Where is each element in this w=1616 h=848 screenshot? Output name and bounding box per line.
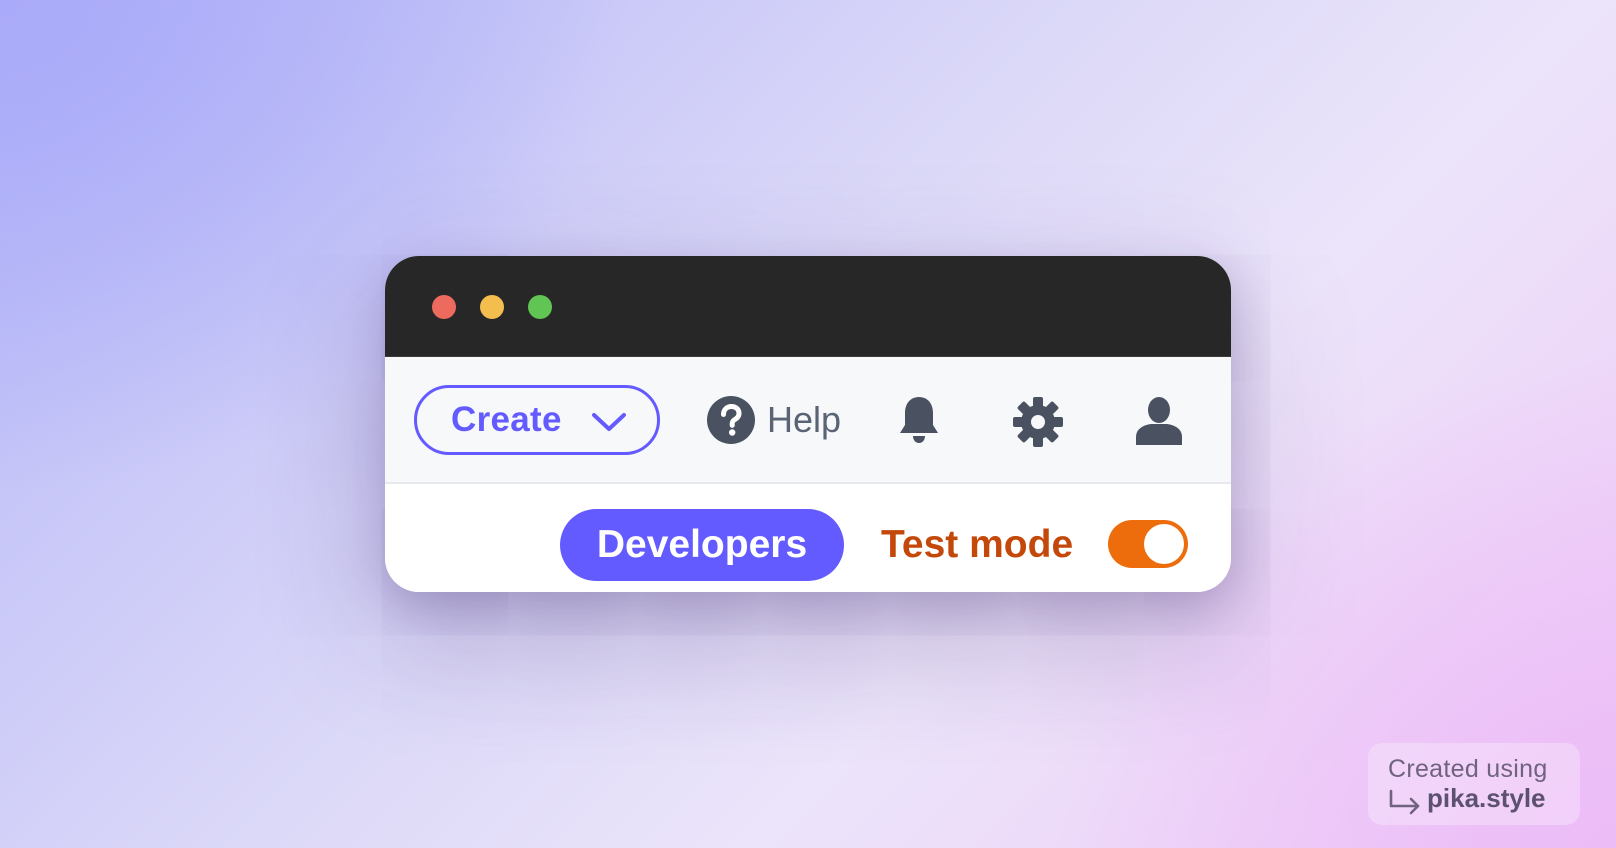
top-toolbar: Create Help [385, 356, 1231, 484]
toggle-knob [1144, 524, 1184, 564]
test-mode-label: Test mode [881, 523, 1074, 566]
question-circle-icon [707, 396, 755, 444]
create-button-label: Create [451, 400, 562, 439]
zoom-window-button[interactable] [528, 295, 552, 319]
title-bar [385, 256, 1231, 356]
return-arrow-icon [1389, 789, 1420, 815]
help-label: Help [767, 399, 842, 440]
minimize-window-button[interactable] [480, 295, 504, 319]
gear-icon[interactable] [1013, 397, 1063, 447]
user-icon[interactable] [1133, 395, 1185, 447]
watermark-caption: Created using [1388, 755, 1548, 783]
watermark-brand: pika.style [1427, 783, 1546, 813]
test-mode-toggle[interactable] [1108, 520, 1188, 568]
help-button[interactable]: Help [707, 395, 841, 445]
developers-button[interactable]: Developers [560, 509, 844, 581]
create-button[interactable]: Create [414, 385, 660, 455]
mode-bar: Developers Test mode [385, 484, 1231, 592]
app-window: Create Help Developers Test mode [385, 256, 1231, 592]
chevron-down-icon [592, 413, 626, 431]
bell-icon[interactable] [897, 395, 941, 445]
close-window-button[interactable] [432, 295, 456, 319]
watermark-badge: Created using pika.style [1368, 743, 1580, 825]
